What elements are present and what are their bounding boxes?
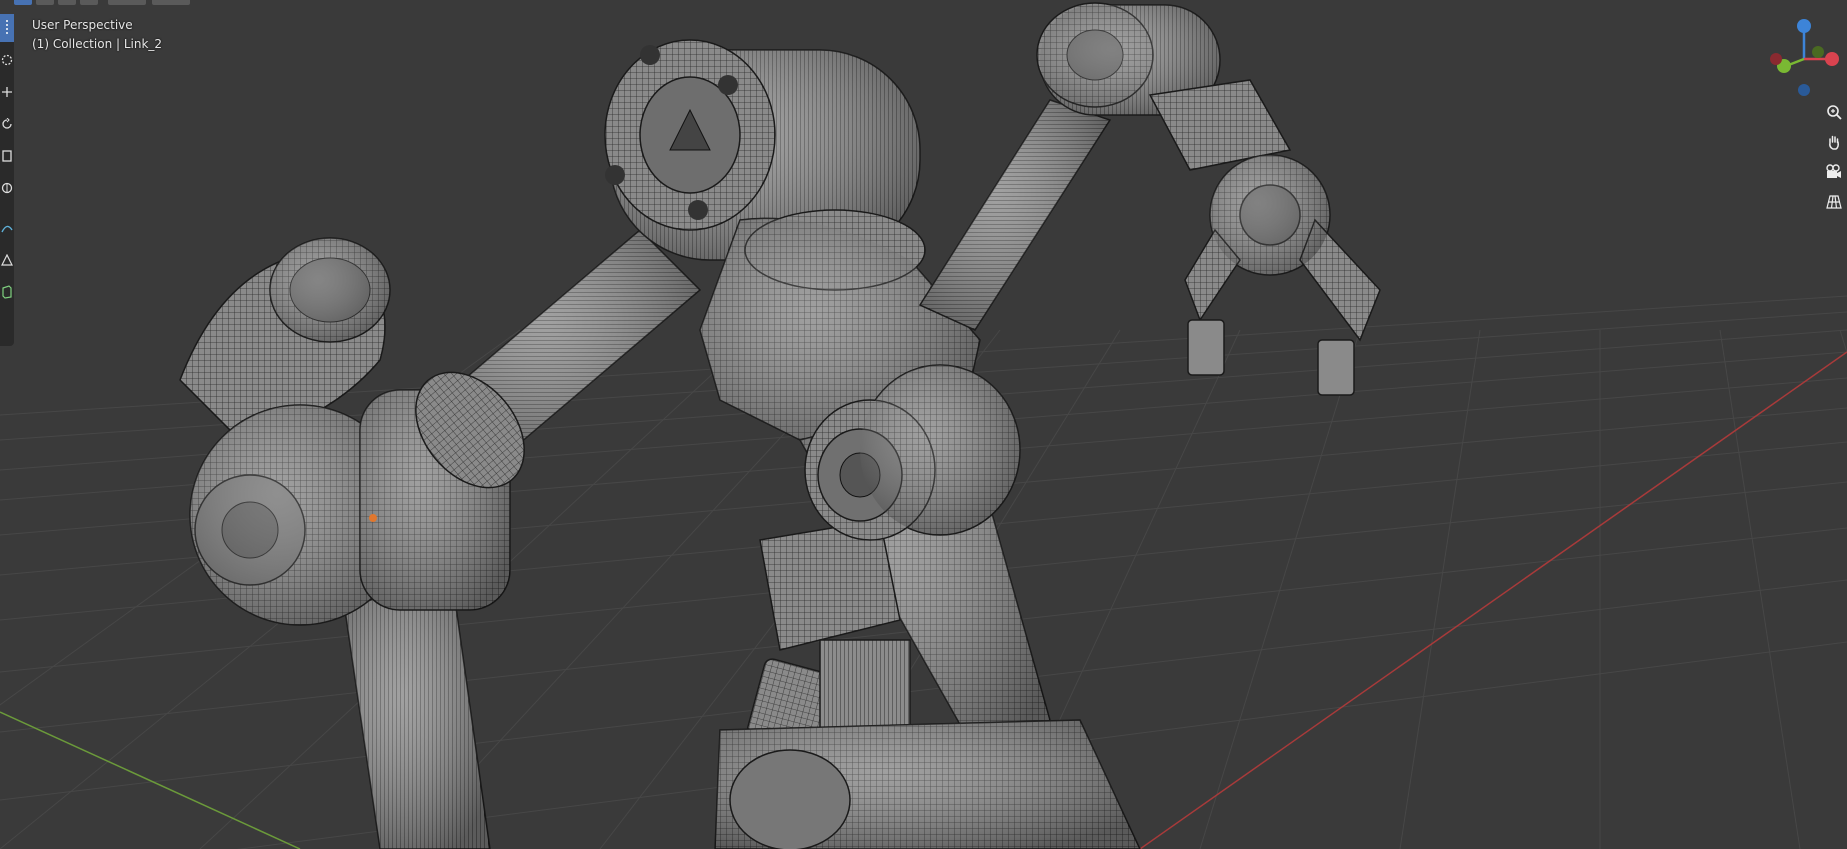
zoom-icon — [1827, 105, 1842, 120]
camera-view-button[interactable] — [1820, 158, 1847, 186]
header-mode-tab-1[interactable] — [14, 0, 32, 5]
header-mode-tab-4[interactable] — [80, 0, 98, 5]
transform-icon — [1, 182, 13, 194]
move-icon — [2, 87, 12, 97]
header-tabs — [0, 0, 200, 6]
view-name: User Perspective — [32, 18, 133, 32]
cursor-tool[interactable] — [0, 46, 14, 74]
annotate-tool[interactable] — [0, 214, 14, 242]
camera-icon — [1826, 164, 1841, 178]
center-base-block[interactable] — [714, 719, 1141, 849]
left-base-column[interactable] — [344, 593, 491, 849]
header-mode-tab-2[interactable] — [36, 0, 54, 5]
measure-icon — [1, 254, 13, 266]
gizmo-z-handle[interactable] — [1797, 19, 1811, 33]
viewport-scene[interactable] — [0, 0, 1847, 849]
grid-perspective-icon — [1826, 195, 1842, 209]
rotate-icon — [2, 118, 12, 129]
collection-label: (1) Collection | Link_2 — [32, 37, 163, 51]
annotate-icon — [1, 225, 13, 233]
select-box-icon — [6, 20, 8, 36]
gizmo-neg-x-handle[interactable] — [1770, 53, 1782, 65]
header-mode-tab-3[interactable] — [58, 0, 76, 5]
move-tool[interactable] — [0, 78, 14, 106]
y-axis-line — [0, 711, 301, 849]
forearm-link[interactable] — [918, 99, 1112, 331]
hand-icon — [1829, 135, 1839, 150]
header-mode-tab-6[interactable] — [152, 0, 190, 5]
gizmo-x-handle[interactable] — [1825, 52, 1839, 66]
select-box-tool[interactable] — [0, 14, 14, 42]
viewport-info: User Perspective (1) Collection | Link_2 — [32, 16, 162, 54]
perspective-toggle-button[interactable] — [1820, 188, 1847, 216]
gizmo-neg-y-handle[interactable] — [1812, 46, 1824, 58]
add-cube-tool[interactable] — [0, 278, 14, 306]
cursor-icon — [1, 54, 13, 66]
x-axis-line — [1139, 351, 1847, 849]
scale-tool[interactable] — [0, 142, 14, 170]
scale-icon — [2, 150, 12, 162]
pan-button[interactable] — [1820, 128, 1847, 156]
navigation-gizmo[interactable] — [1764, 14, 1844, 104]
measure-tool[interactable] — [0, 246, 14, 274]
3d-viewport[interactable]: User Perspective (1) Collection | Link_2 — [0, 0, 1847, 849]
tool-shelf — [0, 14, 14, 346]
gripper[interactable] — [1184, 154, 1381, 396]
zoom-button[interactable] — [1820, 98, 1847, 126]
gizmo-neg-z-handle[interactable] — [1798, 84, 1810, 96]
rotate-tool[interactable] — [0, 110, 14, 138]
add-cube-icon — [2, 285, 12, 299]
header-mode-tab-5[interactable] — [108, 0, 146, 5]
transform-tool[interactable] — [0, 174, 14, 202]
